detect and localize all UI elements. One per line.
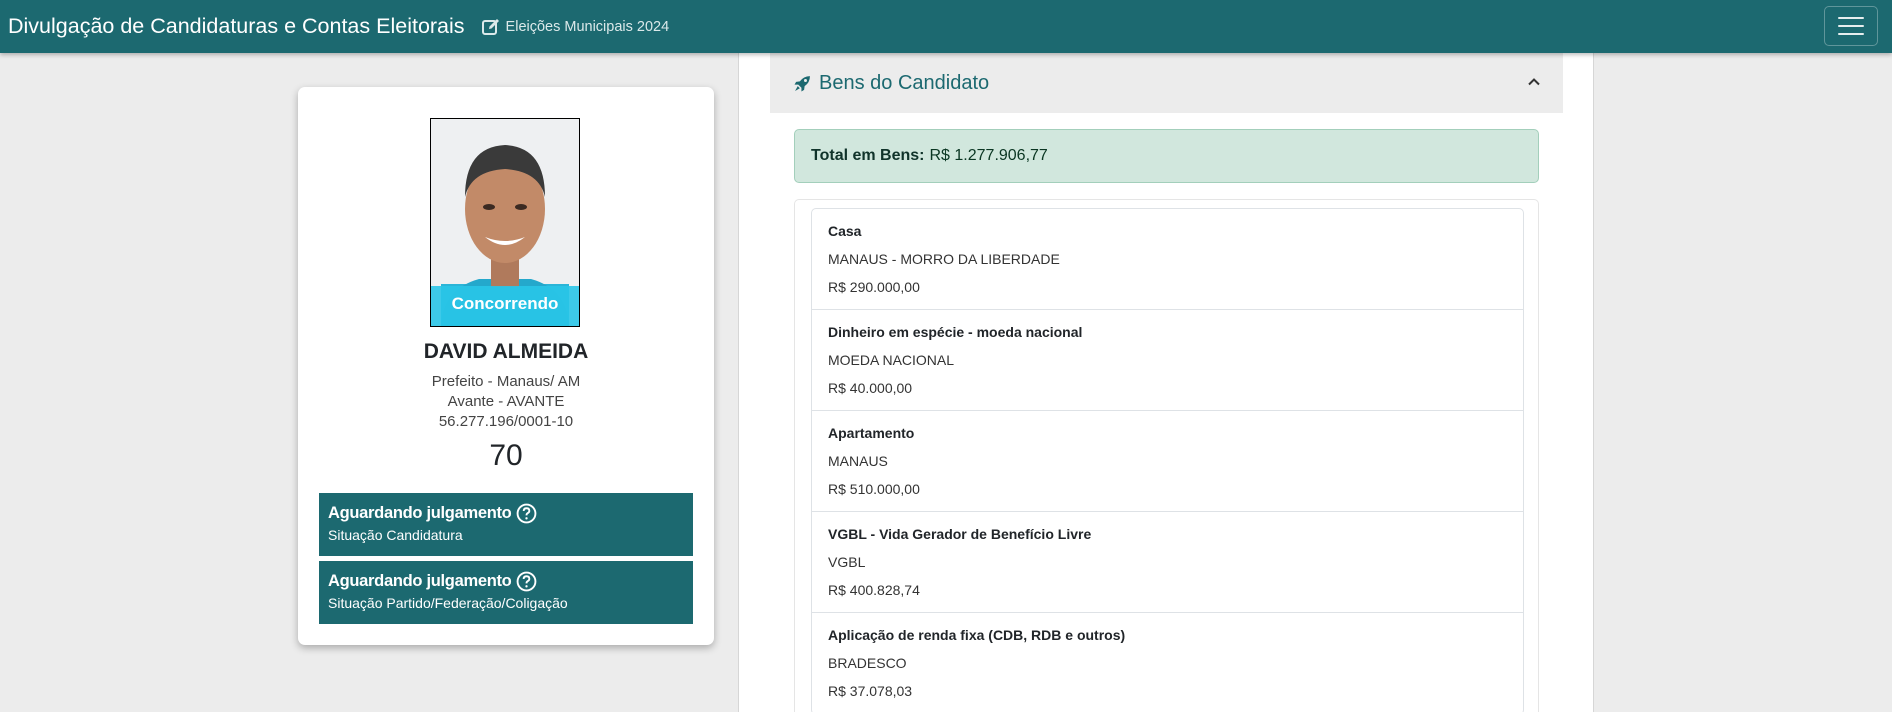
asset-value: R$ 400.828,74 bbox=[828, 582, 920, 598]
asset-description: MOEDA NACIONAL bbox=[828, 352, 955, 368]
party-status-title: Aguardando julgamento bbox=[328, 572, 512, 590]
asset-value: R$ 510.000,00 bbox=[828, 481, 920, 497]
asset-value: R$ 290.000,00 bbox=[828, 279, 920, 295]
candidate-office: Prefeito - Manaus/ AM bbox=[431, 373, 581, 390]
candidate-photo: Concorrendo bbox=[430, 118, 580, 327]
chevron-up-icon[interactable] bbox=[1527, 75, 1541, 89]
candidate-card: Concorrendo DAVID ALMEIDA Prefeito - Man… bbox=[298, 87, 714, 645]
menu-toggle-button[interactable] bbox=[1824, 6, 1878, 46]
assets-accordion-header[interactable]: Bens do Candidato bbox=[770, 53, 1563, 113]
asset-item: Apartamento MANAUS R$ 510.000,00 bbox=[812, 411, 1523, 512]
total-assets-label: Total em Bens: bbox=[811, 147, 925, 164]
asset-title: Casa bbox=[828, 223, 862, 239]
assets-panel: Bens do Candidato Total em Bens: R$ 1.27… bbox=[738, 53, 1594, 712]
party-status-box: Aguardando julgamento Situação Partido/F… bbox=[319, 561, 693, 624]
party-status-subtitle: Situação Partido/Federação/Coligação bbox=[328, 595, 568, 611]
asset-item: Aplicação de renda fixa (CDB, RDB e outr… bbox=[812, 613, 1523, 712]
total-assets-value: R$ 1.277.906,77 bbox=[929, 147, 1048, 164]
total-assets-box: Total em Bens: R$ 1.277.906,77 bbox=[794, 129, 1539, 183]
rocket-icon bbox=[794, 75, 810, 91]
assets-list: Casa MANAUS - MORRO DA LIBERDADE R$ 290.… bbox=[811, 208, 1524, 712]
asset-description: MANAUS - MORRO DA LIBERDADE bbox=[828, 251, 1060, 267]
asset-item: Dinheiro em espécie - moeda nacional MOE… bbox=[812, 310, 1523, 411]
election-label: Eleições Municipais 2024 bbox=[505, 18, 670, 35]
asset-description: MANAUS bbox=[828, 453, 888, 469]
edit-icon bbox=[481, 18, 499, 35]
candidate-party: Avante - AVANTE bbox=[447, 393, 565, 410]
asset-description: VGBL bbox=[828, 554, 866, 570]
candidate-name: DAVID ALMEIDA bbox=[423, 340, 589, 363]
candidacy-status-title: Aguardando julgamento bbox=[328, 504, 512, 522]
asset-item: VGBL - Vida Gerador de Benefício Livre V… bbox=[812, 512, 1523, 613]
assets-list-container: Casa MANAUS - MORRO DA LIBERDADE R$ 290.… bbox=[794, 199, 1539, 712]
asset-title: Apartamento bbox=[828, 425, 915, 441]
asset-title: Dinheiro em espécie - moeda nacional bbox=[828, 324, 1083, 340]
asset-item: Casa MANAUS - MORRO DA LIBERDADE R$ 290.… bbox=[812, 209, 1523, 310]
site-title[interactable]: Divulgação de Candidaturas e Contas Elei… bbox=[8, 14, 465, 39]
asset-title: VGBL - Vida Gerador de Benefício Livre bbox=[828, 526, 1092, 542]
asset-value: R$ 40.000,00 bbox=[828, 380, 913, 396]
asset-title: Aplicação de renda fixa (CDB, RDB e outr… bbox=[828, 627, 1126, 643]
top-navbar: Divulgação de Candidaturas e Contas Elei… bbox=[0, 0, 1892, 53]
candidate-cnpj: 56.277.196/0001-10 bbox=[438, 413, 574, 430]
candidacy-status-box: Aguardando julgamento Situação Candidatu… bbox=[319, 493, 693, 556]
assets-title: Bens do Candidato bbox=[819, 71, 990, 94]
question-circle-icon[interactable] bbox=[516, 571, 537, 592]
running-status-badge: Concorrendo bbox=[431, 286, 579, 326]
candidate-number: 70 bbox=[489, 439, 523, 472]
asset-description: BRADESCO bbox=[828, 655, 907, 671]
question-circle-icon[interactable] bbox=[516, 503, 537, 524]
candidacy-status-subtitle: Situação Candidatura bbox=[328, 527, 463, 543]
hamburger-menu-icon bbox=[1838, 17, 1864, 19]
election-link[interactable]: Eleições Municipais 2024 bbox=[481, 17, 670, 37]
asset-value: R$ 37.078,03 bbox=[828, 683, 913, 699]
